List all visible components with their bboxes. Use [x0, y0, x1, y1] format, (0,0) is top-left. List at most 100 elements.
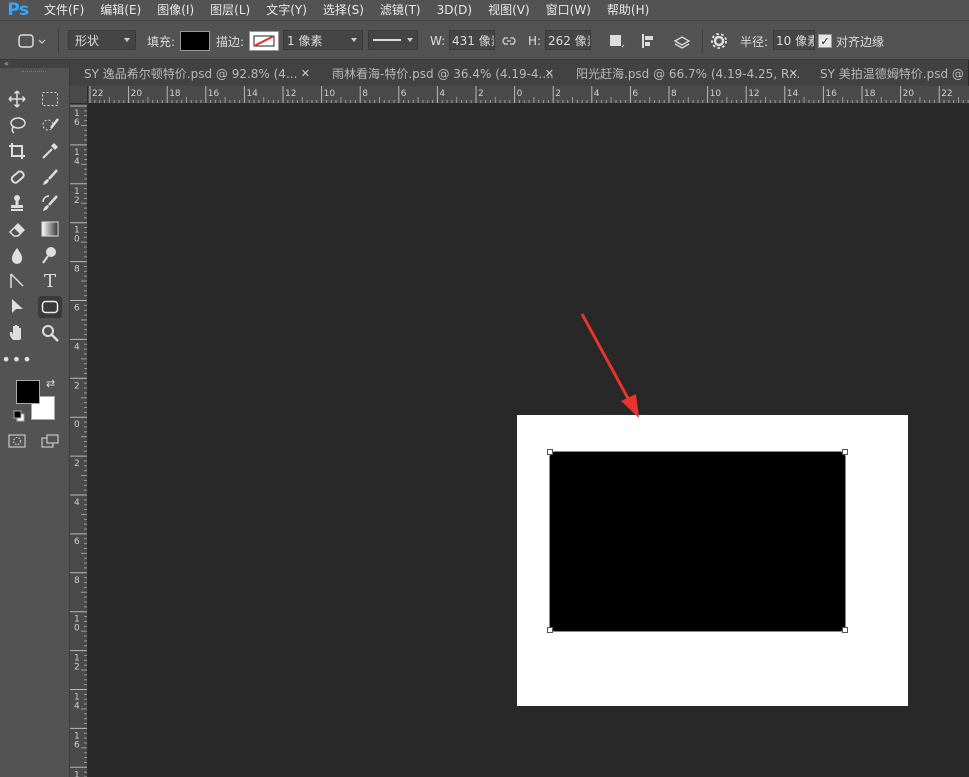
- zoom-tool-icon[interactable]: [38, 322, 62, 344]
- height-field[interactable]: 262 像素: [545, 30, 591, 50]
- pen-tool-icon[interactable]: [5, 270, 29, 292]
- rounded-rect-preset-icon: [18, 34, 46, 48]
- menu-help[interactable]: 帮助(H): [599, 0, 657, 20]
- height-label: H:: [528, 34, 542, 48]
- ruler-label: 2: [74, 196, 80, 206]
- path-anchor-point[interactable]: [842, 449, 848, 455]
- rounded-rectangle-tool-icon[interactable]: [38, 296, 62, 318]
- foreground-color-swatch[interactable]: [16, 380, 40, 404]
- document-tab-bar: SY 逸品希尔顿特价.psd @ 92.8% (4... ✕ 雨林看海-特价.p…: [70, 60, 969, 86]
- horizontal-ruler-ticks: 22 20 18 16 14 12 10 8 6 4 2 0 2 4 6 8 10 12 14 16 18 20 22: [89, 86, 969, 103]
- quick-select-tool-icon[interactable]: [38, 114, 62, 136]
- document-canvas[interactable]: [517, 415, 908, 706]
- ruler-label: 6: [74, 304, 80, 314]
- hand-tool-icon[interactable]: [5, 322, 29, 344]
- eyedropper-tool-icon[interactable]: [38, 140, 62, 162]
- options-bar: 形状 填充: 描边: 1 像素 W: 431 像素 H: 262 像素: [0, 20, 969, 60]
- ruler-label: 4: [74, 342, 80, 352]
- ruler-label: 18: [169, 89, 181, 99]
- tab-label: SY 逸品希尔顿特价.psd @ 92.8% (4...: [84, 66, 298, 81]
- tools-panel: « T ••• ⇄: [0, 60, 70, 777]
- ruler-label: 22: [941, 89, 952, 99]
- menu-3d[interactable]: 3D(D): [429, 0, 480, 20]
- healing-brush-tool-icon[interactable]: [5, 166, 29, 188]
- stroke-type-picker[interactable]: [368, 30, 418, 50]
- brush-tool-icon[interactable]: [38, 166, 62, 188]
- path-arrangement-icon[interactable]: [672, 30, 692, 52]
- photoshop-logo: Ps: [7, 0, 29, 20]
- history-brush-tool-icon[interactable]: [38, 192, 62, 214]
- blur-tool-icon[interactable]: [5, 244, 29, 266]
- ruler-label: 16: [208, 89, 220, 99]
- width-label: W:: [430, 34, 446, 48]
- marquee-tool-icon[interactable]: [38, 88, 62, 110]
- document-tab[interactable]: SY 美拍温德姆特价.psd @ ...: [806, 60, 969, 86]
- ruler-label: 6: [74, 740, 80, 750]
- tool-preset-picker[interactable]: [16, 30, 46, 52]
- default-colors-icon[interactable]: [13, 410, 25, 425]
- panel-grip[interactable]: [22, 71, 46, 74]
- separator: [702, 29, 703, 53]
- ruler-origin[interactable]: [70, 86, 88, 104]
- gear-icon[interactable]: [710, 30, 728, 52]
- ruler-label: 22: [92, 89, 103, 99]
- rounded-rectangle-shape[interactable]: [549, 451, 846, 632]
- lasso-tool-icon[interactable]: [5, 114, 29, 136]
- solid-line-icon: [373, 39, 401, 41]
- gradient-tool-icon[interactable]: [38, 218, 62, 240]
- path-anchor-point[interactable]: [547, 449, 553, 455]
- type-tool-icon[interactable]: T: [38, 270, 62, 292]
- document-tab[interactable]: SY 逸品希尔顿特价.psd @ 92.8% (4... ✕: [70, 60, 319, 86]
- menu-view[interactable]: 视图(V): [480, 0, 538, 20]
- screen-mode-icon[interactable]: [38, 430, 62, 452]
- menu-edit[interactable]: 编辑(E): [92, 0, 149, 20]
- width-field[interactable]: 431 像素: [449, 30, 495, 50]
- path-operations-icon[interactable]: [607, 30, 625, 52]
- ruler-label: 20: [131, 89, 143, 99]
- ruler-label: 0: [74, 235, 80, 245]
- move-tool-icon[interactable]: [5, 88, 29, 110]
- path-anchor-point[interactable]: [842, 627, 848, 633]
- dodge-tool-icon[interactable]: [38, 244, 62, 266]
- horizontal-ruler[interactable]: 22 20 18 16 14 12 10 8 6 4 2 0 2 4 6 8 10 12 14 16 18 20 22: [88, 86, 969, 104]
- path-select-tool-icon[interactable]: [5, 296, 29, 318]
- close-icon[interactable]: ✕: [789, 67, 798, 80]
- close-icon[interactable]: ✕: [545, 67, 554, 80]
- document-tab[interactable]: 雨林看海-特价.psd @ 36.4% (4.19-4.... ✕: [318, 60, 563, 86]
- path-alignment-icon[interactable]: [640, 30, 658, 52]
- menu-filter[interactable]: 滤镜(T): [372, 0, 429, 20]
- checkmark-icon: ✓: [818, 34, 832, 48]
- menu-layer[interactable]: 图层(L): [202, 0, 258, 20]
- stroke-width-field[interactable]: 1 像素: [283, 30, 363, 50]
- vertical-ruler[interactable]: 16141210864202468101214161: [70, 104, 88, 777]
- chevron-down-icon: [407, 38, 413, 42]
- canvas-area[interactable]: [89, 104, 969, 777]
- align-edges-checkbox[interactable]: ✓ 对齐边缘: [818, 30, 884, 52]
- crop-tool-icon[interactable]: [5, 140, 29, 162]
- ruler-label: 6: [74, 537, 80, 547]
- menu-type[interactable]: 文字(Y): [258, 0, 315, 20]
- eraser-tool-icon[interactable]: [5, 218, 29, 240]
- mode-select[interactable]: 形状: [68, 30, 136, 50]
- clone-stamp-tool-icon[interactable]: [5, 192, 29, 214]
- menu-select[interactable]: 选择(S): [315, 0, 372, 20]
- link-icon[interactable]: [500, 30, 518, 52]
- menu-window[interactable]: 窗口(W): [538, 0, 599, 20]
- ruler-label: 8: [74, 576, 80, 586]
- document-tab[interactable]: 阳光赶海.psd @ 66.7% (4.19-4.25, R... ✕: [562, 60, 807, 86]
- more-tools-icon[interactable]: •••: [1, 348, 31, 370]
- menu-image[interactable]: 图像(I): [149, 0, 202, 20]
- close-icon[interactable]: ✕: [301, 67, 310, 80]
- panel-collapse-icon[interactable]: «: [0, 60, 69, 68]
- ruler-label: 8: [671, 89, 677, 99]
- radius-field[interactable]: 10 像素: [773, 30, 815, 50]
- stroke-color-swatch[interactable]: [249, 31, 279, 51]
- path-anchor-point[interactable]: [547, 627, 553, 633]
- menu-file[interactable]: 文件(F): [36, 0, 92, 20]
- quick-mask-icon[interactable]: [5, 430, 29, 452]
- ruler-label: 0: [74, 420, 80, 430]
- ruler-label: 8: [74, 265, 80, 275]
- fill-color-swatch[interactable]: [180, 31, 210, 51]
- swap-colors-icon[interactable]: ⇄: [46, 377, 55, 390]
- ruler-label: 2: [74, 381, 80, 391]
